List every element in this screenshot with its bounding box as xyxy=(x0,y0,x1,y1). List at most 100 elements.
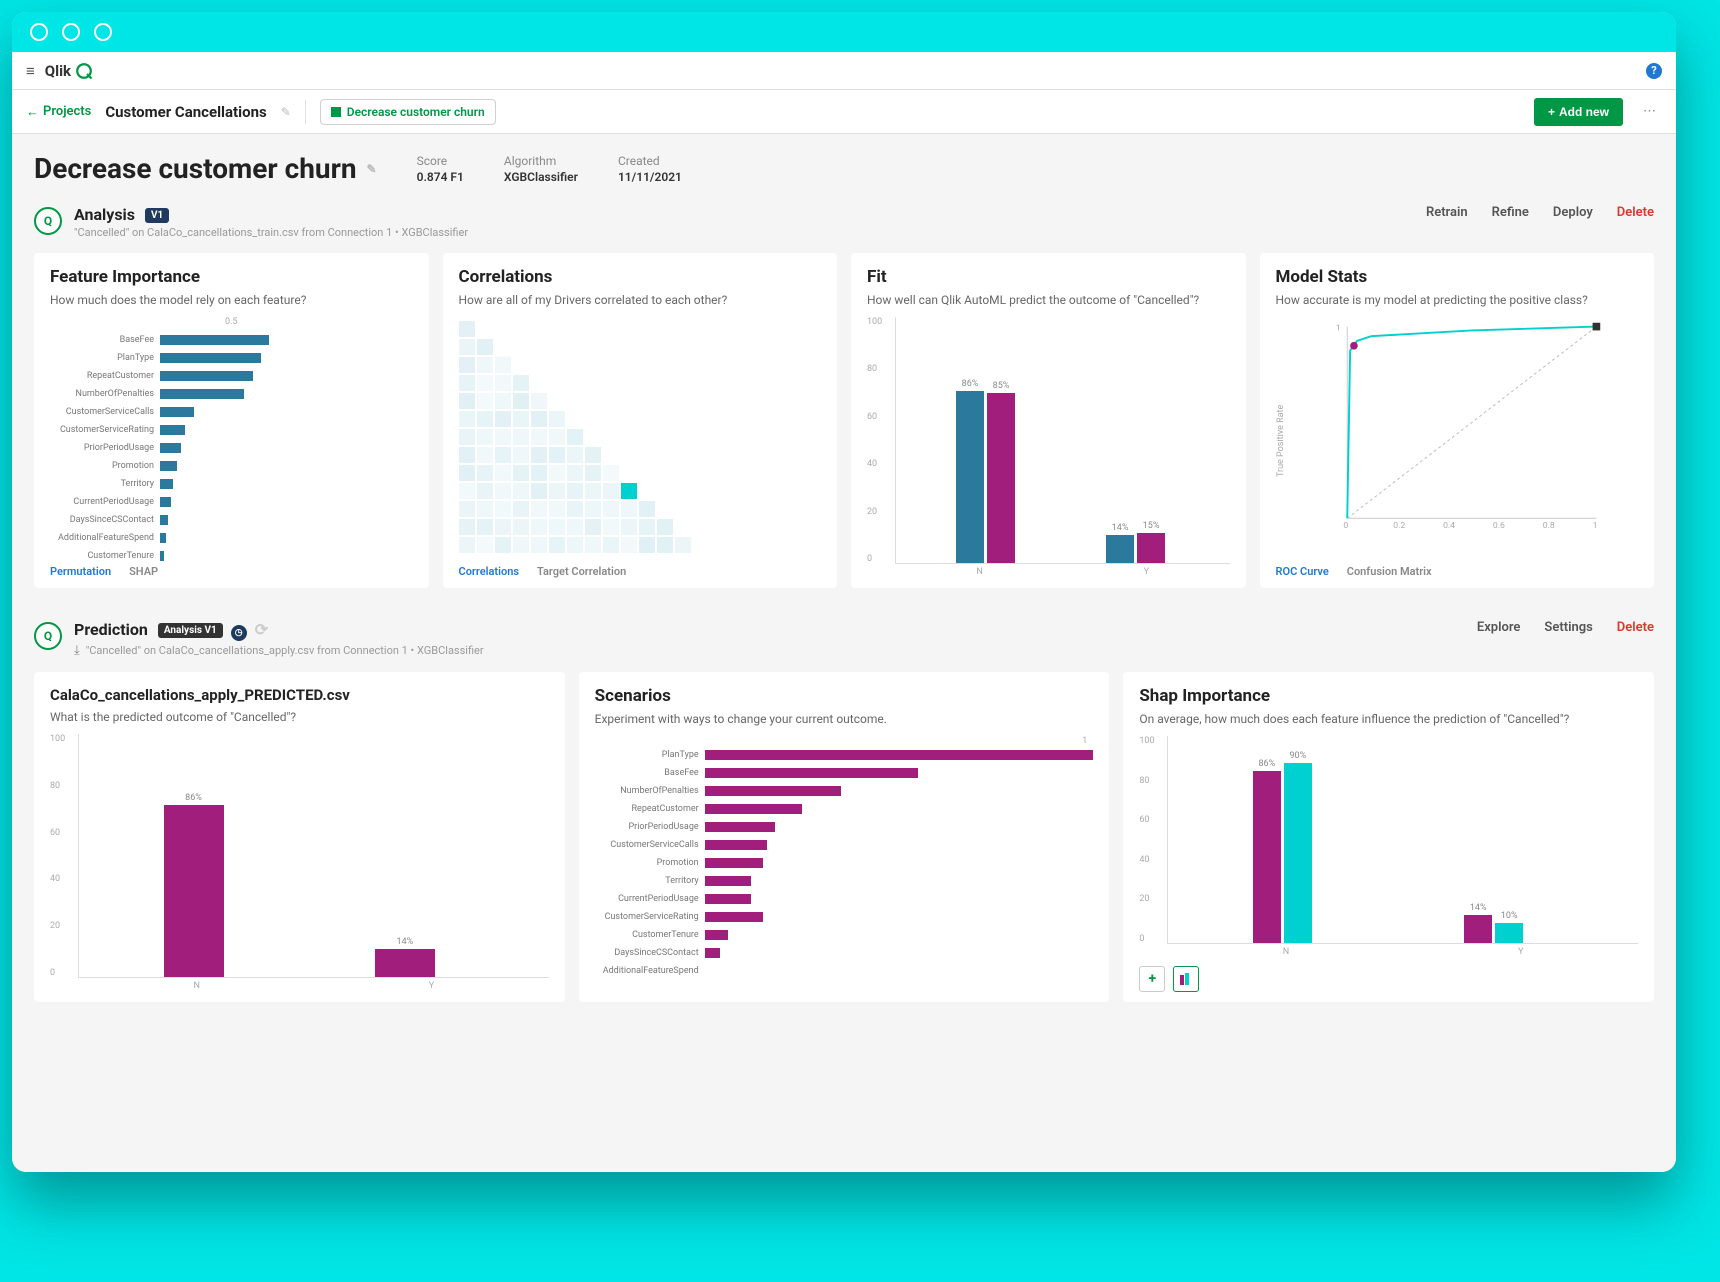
browser-window: ≡ Qlik ? ← Projects Customer Cancellatio… xyxy=(12,12,1676,1172)
menu-icon[interactable]: ≡ xyxy=(26,62,35,80)
predicted-chart: 100806040200 NY 86%14% xyxy=(50,734,549,992)
deploy-button[interactable]: Deploy xyxy=(1553,205,1593,220)
analysis-actions: Retrain Refine Deploy Delete xyxy=(1426,205,1654,220)
version-badge: V1 xyxy=(145,208,169,223)
edit-icon[interactable]: ✎ xyxy=(281,105,291,119)
svg-text:0.8: 0.8 xyxy=(1542,521,1554,531)
tab-confusion[interactable]: Confusion Matrix xyxy=(1347,565,1432,578)
tab-roc[interactable]: ROC Curve xyxy=(1276,565,1329,578)
version-badge: Analysis V1 xyxy=(158,623,223,638)
prediction-title: Prediction Analysis V1 ◷ ⟳ xyxy=(74,620,484,641)
refresh-icon[interactable]: ⟳ xyxy=(255,620,268,639)
card-correlations[interactable]: Correlations How are all of my Drivers c… xyxy=(443,253,838,588)
card-desc: What is the predicted outcome of "Cancel… xyxy=(50,710,549,724)
chart-thumbnail[interactable] xyxy=(1173,966,1199,992)
delete-button[interactable]: Delete xyxy=(1617,620,1654,635)
fit-chart: 100806040200 NY 86%85%14%15% xyxy=(867,317,1230,578)
add-label: Add new xyxy=(1559,105,1609,119)
card-title: Shap Importance xyxy=(1139,686,1638,706)
clock-icon: ◷ xyxy=(231,625,247,641)
settings-button[interactable]: Settings xyxy=(1544,620,1592,635)
chip-label: Decrease customer churn xyxy=(347,105,485,119)
card-feature-importance[interactable]: Feature Importance How much does the mod… xyxy=(34,253,429,588)
window-dot[interactable] xyxy=(30,23,48,41)
app-root: ≡ Qlik ? ← Projects Customer Cancellatio… xyxy=(12,52,1676,1172)
axis-tick: 0.5 xyxy=(50,317,413,327)
card-shap[interactable]: Shap Importance On average, how much doe… xyxy=(1123,672,1654,1002)
delete-button[interactable]: Delete xyxy=(1617,205,1654,220)
page-header: Decrease customer churn ✎ Score0.874 F1 … xyxy=(12,134,1676,191)
window-dot[interactable] xyxy=(94,23,112,41)
card-predicted[interactable]: CalaCo_cancellations_apply_PREDICTED.csv… xyxy=(34,672,565,1002)
svg-text:0.4: 0.4 xyxy=(1443,521,1455,531)
chip-indicator-icon xyxy=(331,107,341,117)
card-desc: Experiment with ways to change your curr… xyxy=(595,712,1094,726)
card-desc: On average, how much does each feature i… xyxy=(1139,712,1638,726)
card-fit[interactable]: Fit How well can Qlik AutoML predict the… xyxy=(851,253,1246,588)
analysis-grid: Feature Importance How much does the mod… xyxy=(12,245,1676,606)
roc-ylabel: True Positive Rate xyxy=(1276,317,1286,565)
thumbnail-row: + xyxy=(1139,966,1638,992)
roc-chart: 0 0.2 0.4 0.6 0.8 1 1 xyxy=(1286,317,1639,547)
download-icon[interactable]: ⤓ xyxy=(74,643,80,658)
prediction-grid: CalaCo_cancellations_apply_PREDICTED.csv… xyxy=(12,664,1676,1020)
prediction-header: Q Prediction Analysis V1 ◷ ⟳ ⤓"Cancelled… xyxy=(12,606,1676,664)
prediction-actions: Explore Settings Delete xyxy=(1477,620,1654,635)
prediction-subtitle: ⤓"Cancelled" on CalaCo_cancellations_app… xyxy=(74,643,484,658)
svg-text:1: 1 xyxy=(1592,521,1597,531)
tab-shap[interactable]: SHAP xyxy=(129,565,158,578)
card-model-stats[interactable]: Model Stats How accurate is my model at … xyxy=(1260,253,1655,588)
card-title: Model Stats xyxy=(1276,267,1639,287)
correlations-heatmap xyxy=(459,321,822,553)
tab-correlations[interactable]: Correlations xyxy=(459,565,520,578)
tab-permutation[interactable]: Permutation xyxy=(50,565,111,578)
meta-created: Created11/11/2021 xyxy=(618,154,682,184)
arrow-left-icon: ← xyxy=(26,104,39,120)
logo-q-icon xyxy=(75,62,93,80)
refine-button[interactable]: Refine xyxy=(1492,205,1529,220)
help-icon[interactable]: ? xyxy=(1646,63,1662,79)
back-label: Projects xyxy=(43,104,91,119)
prediction-icon: Q xyxy=(34,622,62,650)
plus-icon: + xyxy=(1548,105,1555,119)
card-tabs: Permutation SHAP xyxy=(50,565,413,578)
back-to-projects[interactable]: ← Projects xyxy=(26,104,91,120)
page-title-text: Decrease customer churn xyxy=(34,152,357,185)
meta-algo: AlgorithmXGBClassifier xyxy=(504,154,578,184)
page-title: Decrease customer churn ✎ xyxy=(34,152,377,185)
card-scenarios[interactable]: Scenarios Experiment with ways to change… xyxy=(579,672,1110,1002)
card-title: CalaCo_cancellations_apply_PREDICTED.csv xyxy=(50,686,549,704)
analysis-header: Q Analysis V1 "Cancelled" on CalaCo_canc… xyxy=(12,191,1676,245)
meta-score: Score0.874 F1 xyxy=(417,154,464,184)
project-chip[interactable]: Decrease customer churn xyxy=(320,99,496,125)
scenarios-chart: PlanTypeBaseFeeNumberOfPenaltiesRepeatCu… xyxy=(595,746,1094,980)
browser-titlebar xyxy=(12,12,1676,52)
card-title: Scenarios xyxy=(595,686,1094,706)
card-desc: How accurate is my model at predicting t… xyxy=(1276,293,1639,307)
card-tabs: ROC Curve Confusion Matrix xyxy=(1276,565,1639,578)
edit-icon[interactable]: ✎ xyxy=(367,162,377,176)
axis-tick: 1 xyxy=(595,736,1094,746)
card-title: Feature Importance xyxy=(50,267,413,287)
card-title: Correlations xyxy=(459,267,822,287)
svg-text:1: 1 xyxy=(1335,323,1340,333)
add-new-button[interactable]: + Add new xyxy=(1534,98,1623,126)
card-desc: How much does the model rely on each fea… xyxy=(50,293,413,307)
card-title: Fit xyxy=(867,267,1230,287)
retrain-button[interactable]: Retrain xyxy=(1426,205,1468,220)
shap-chart: 100806040200 NY 86%90%14%10% xyxy=(1139,736,1638,958)
feature-importance-chart: BaseFeePlanTypeRepeatCustomerNumberOfPen… xyxy=(50,331,413,565)
tab-target-correlation[interactable]: Target Correlation xyxy=(537,565,626,578)
explore-button[interactable]: Explore xyxy=(1477,620,1521,635)
logo-text: Qlik xyxy=(45,62,71,80)
breadcrumb-title[interactable]: Customer Cancellations xyxy=(105,103,266,121)
add-chart-button[interactable]: + xyxy=(1139,966,1165,992)
logo[interactable]: Qlik xyxy=(45,62,93,80)
svg-text:0.6: 0.6 xyxy=(1492,521,1504,531)
svg-text:0.2: 0.2 xyxy=(1393,521,1405,531)
more-icon[interactable]: ⋯ xyxy=(1637,100,1662,123)
analysis-icon: Q xyxy=(34,207,62,235)
window-dot[interactable] xyxy=(62,23,80,41)
topbar: ≡ Qlik ? xyxy=(12,52,1676,90)
svg-text:0: 0 xyxy=(1343,521,1348,531)
